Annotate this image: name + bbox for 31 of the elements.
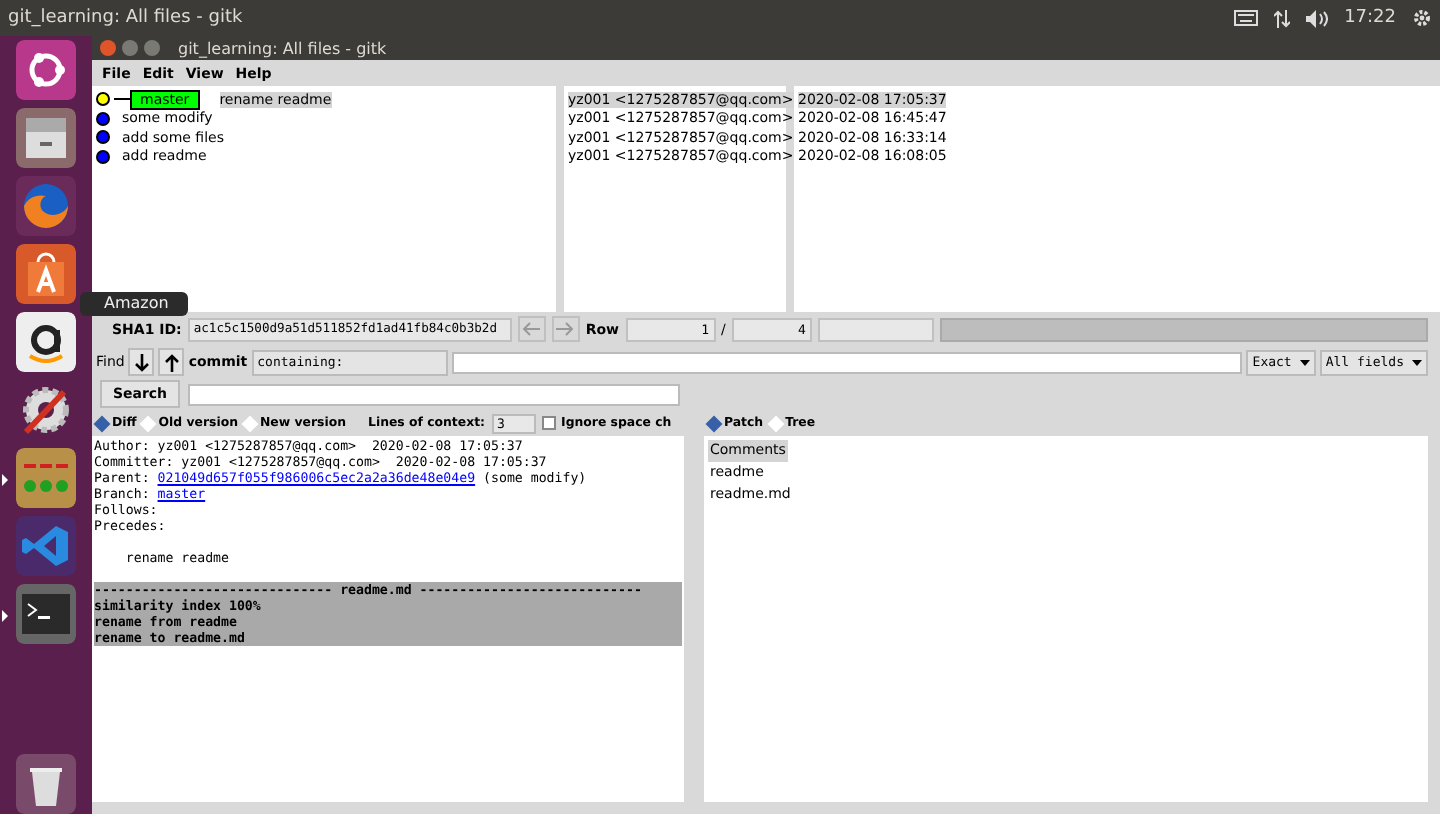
terminal-icon[interactable] — [16, 584, 76, 644]
status-field — [817, 317, 934, 341]
search-field[interactable] — [188, 383, 680, 405]
minimize-button[interactable] — [122, 40, 138, 56]
ubuntu-logo-icon[interactable] — [16, 40, 76, 100]
close-button[interactable] — [100, 40, 116, 56]
graph-line — [114, 98, 130, 101]
find-previous-button[interactable] — [158, 348, 185, 376]
app-title: git_learning: All files - gitk — [8, 8, 245, 28]
trash-can-icon[interactable] — [16, 754, 76, 814]
find-field[interactable] — [451, 351, 1243, 373]
maximize-button[interactable] — [144, 40, 160, 56]
volume-icon[interactable] — [1306, 9, 1329, 27]
window-title: git_learning: All files - gitk — [178, 39, 387, 57]
down-arrow-icon[interactable] — [133, 353, 150, 371]
tooltip: Amazon — [80, 292, 189, 316]
network-icon[interactable] — [1274, 9, 1291, 27]
find-next-button[interactable] — [128, 348, 155, 376]
globe-icon[interactable] — [16, 176, 76, 236]
file-cabinet-icon[interactable] — [16, 108, 76, 168]
shopping-bag-icon[interactable] — [16, 244, 76, 304]
caret-icon[interactable] — [1299, 359, 1310, 365]
keyboard-icon[interactable] — [1234, 10, 1259, 26]
clock: 17:22 — [1344, 8, 1396, 28]
checkbox[interactable] — [541, 416, 556, 430]
dots-grid-icon[interactable] — [16, 448, 76, 508]
shopping-icon[interactable] — [16, 312, 76, 372]
up-arrow-icon[interactable] — [163, 353, 180, 371]
caret-icon[interactable] — [1412, 359, 1422, 365]
code-editor-icon[interactable] — [16, 516, 76, 576]
gear-icon[interactable] — [1412, 8, 1432, 28]
